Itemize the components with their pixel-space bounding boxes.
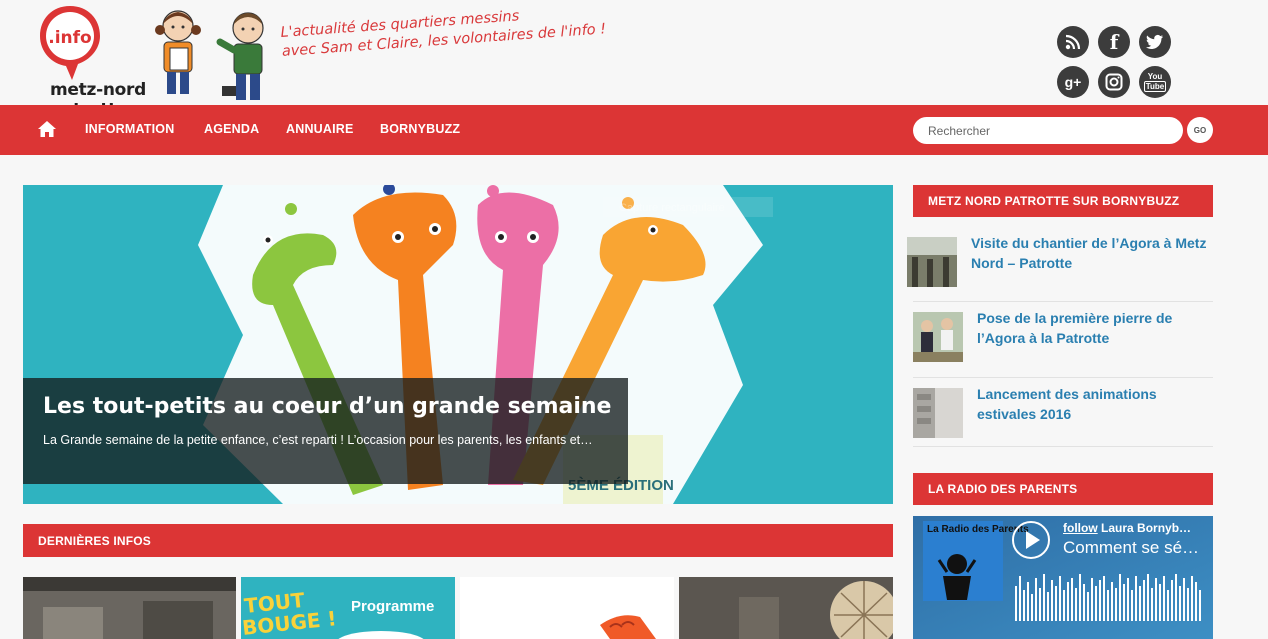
post-thumbnail-3[interactable] — [913, 388, 963, 438]
radio-author: follow Laura Bornyb… — [1063, 521, 1208, 535]
logo-badge-text: .info — [48, 28, 91, 48]
hero-excerpt: La Grande semaine de la petite enfance, … — [43, 433, 593, 447]
googleplus-icon[interactable]: g+ — [1057, 66, 1089, 98]
hero-slide[interactable]: 5ÈME ÉDITION Capture rectangulaire Les t… — [23, 185, 893, 504]
logo-pin-icon: .info — [40, 6, 100, 80]
news-thumbnail-4-image — [679, 577, 893, 639]
divider — [913, 446, 1213, 447]
post-thumbnail-2[interactable] — [913, 312, 963, 362]
thumb-programme-text: Programme — [351, 598, 434, 615]
post-link-3[interactable]: Lancement des animations estivales 2016 — [977, 384, 1207, 424]
divider — [913, 377, 1213, 378]
news-thumbnail-2[interactable]: TOUT BOUGE ! Programme — [241, 577, 455, 639]
facebook-icon[interactable]: f — [1098, 26, 1130, 58]
post-thumbnail-1-image — [907, 237, 957, 287]
search-go-button[interactable]: GO — [1187, 117, 1213, 143]
capture-ghost-text: Capture rectangulaire — [619, 202, 725, 214]
rss-icon[interactable] — [1057, 26, 1089, 58]
site-header: .info metz-nord patrotte L'actualité des… — [0, 0, 1268, 120]
post-thumbnail-2-image — [913, 312, 963, 362]
radio-follow-link[interactable]: follow — [1063, 521, 1098, 535]
bornybuzz-widget-title: METZ NORD PATROTTE SUR BORNYBUZZ — [913, 185, 1213, 217]
post-thumbnail-1[interactable] — [907, 237, 957, 287]
nav-item-bornybuzz[interactable]: BORNYBUZZ — [380, 122, 460, 136]
mascots-illustration — [155, 10, 264, 100]
radio-widget-title: LA RADIO DES PARENTS — [913, 473, 1213, 505]
divider — [913, 301, 1213, 302]
radio-track-title[interactable]: Comment se sé… — [1063, 538, 1211, 558]
post-link-2[interactable]: Pose de la première pierre de l’Agora à … — [977, 308, 1207, 348]
news-thumbnail-4[interactable] — [679, 577, 893, 639]
main-nav: INFORMATION AGENDA ANNUAIRE BORNYBUZZ GO — [0, 105, 1268, 155]
radio-author-name[interactable]: Laura Bornyb… — [1101, 521, 1191, 535]
radio-player[interactable]: La Radio des Parents follow Laura Bornyb… — [913, 516, 1213, 639]
instagram-icon[interactable] — [1098, 66, 1130, 98]
news-thumbnail-3-image — [460, 577, 674, 639]
site-tagline: L'actualité des quartiers messins avec S… — [280, 1, 607, 62]
post-thumbnail-3-image — [913, 388, 963, 438]
nav-item-annuaire[interactable]: ANNUAIRE — [286, 122, 354, 136]
post-link-1[interactable]: Visite du chantier de l’Agora à Metz Nor… — [971, 233, 1221, 273]
hero-caption[interactable]: Les tout-petits au coeur d’un grande sem… — [23, 378, 628, 484]
news-thumbnail-2-image: TOUT BOUGE ! Programme — [241, 577, 455, 639]
latest-news-title: DERNIÈRES INFOS — [23, 524, 893, 557]
hero-title[interactable]: Les tout-petits au coeur d’un grande sem… — [43, 394, 611, 419]
news-thumbnail-1-image — [23, 577, 236, 639]
home-icon[interactable] — [37, 120, 57, 138]
nav-item-agenda[interactable]: AGENDA — [204, 122, 259, 136]
youtube-icon[interactable]: You Tube — [1139, 66, 1171, 98]
news-thumbnail-3[interactable] — [460, 577, 674, 639]
nav-item-information[interactable]: INFORMATION — [85, 122, 174, 136]
twitter-icon[interactable] — [1139, 26, 1171, 58]
news-thumbnail-1[interactable] — [23, 577, 236, 639]
search-input[interactable] — [913, 117, 1183, 144]
